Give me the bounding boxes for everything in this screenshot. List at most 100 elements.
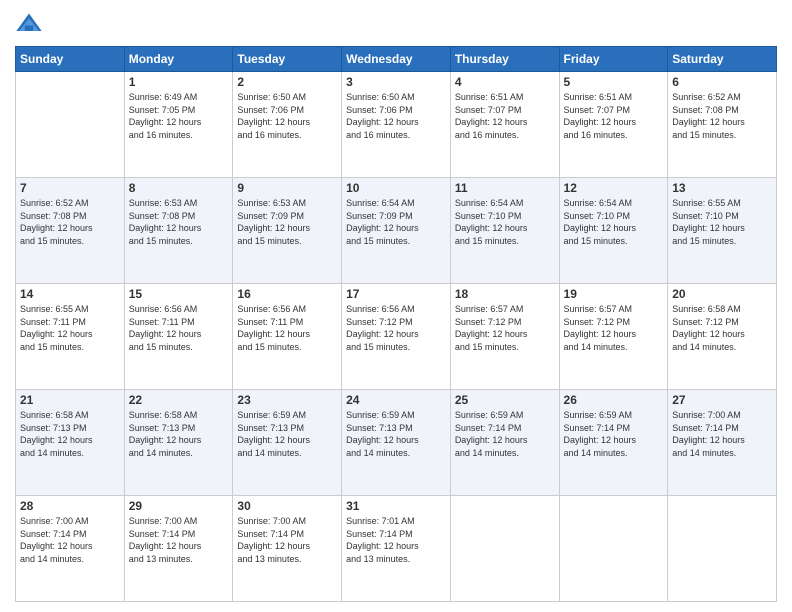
day-number: 8 (129, 181, 229, 195)
calendar-week-row: 28 Sunrise: 7:00 AM Sunset: 7:14 PM Dayli… (16, 496, 777, 602)
calendar-cell: 10 Sunrise: 6:54 AM Sunset: 7:09 PM Dayli… (342, 178, 451, 284)
logo (15, 10, 47, 38)
calendar-cell: 9 Sunrise: 6:53 AM Sunset: 7:09 PM Daylig… (233, 178, 342, 284)
calendar-cell: 8 Sunrise: 6:53 AM Sunset: 7:08 PM Daylig… (124, 178, 233, 284)
day-number: 14 (20, 287, 120, 301)
day-info: Sunrise: 6:56 AM Sunset: 7:11 PM Dayligh… (237, 303, 337, 353)
day-number: 13 (672, 181, 772, 195)
calendar-cell: 7 Sunrise: 6:52 AM Sunset: 7:08 PM Daylig… (16, 178, 125, 284)
logo-icon (15, 10, 43, 38)
calendar-cell: 29 Sunrise: 7:00 AM Sunset: 7:14 PM Dayli… (124, 496, 233, 602)
weekday-header-row: SundayMondayTuesdayWednesdayThursdayFrid… (16, 47, 777, 72)
day-number: 22 (129, 393, 229, 407)
day-info: Sunrise: 6:55 AM Sunset: 7:10 PM Dayligh… (672, 197, 772, 247)
calendar-week-row: 1 Sunrise: 6:49 AM Sunset: 7:05 PM Daylig… (16, 72, 777, 178)
day-info: Sunrise: 6:54 AM Sunset: 7:09 PM Dayligh… (346, 197, 446, 247)
day-info: Sunrise: 6:58 AM Sunset: 7:13 PM Dayligh… (129, 409, 229, 459)
weekday-header-cell: Sunday (16, 47, 125, 72)
calendar-cell: 26 Sunrise: 6:59 AM Sunset: 7:14 PM Dayli… (559, 390, 668, 496)
day-number: 25 (455, 393, 555, 407)
calendar-cell: 13 Sunrise: 6:55 AM Sunset: 7:10 PM Dayli… (668, 178, 777, 284)
day-number: 5 (564, 75, 664, 89)
calendar-cell: 11Sunrise: 6:54 AM Sunset: 7:10 PM Dayli… (450, 178, 559, 284)
calendar-cell: 4 Sunrise: 6:51 AM Sunset: 7:07 PM Daylig… (450, 72, 559, 178)
calendar-cell: 14Sunrise: 6:55 AM Sunset: 7:11 PM Dayli… (16, 284, 125, 390)
day-info: Sunrise: 7:00 AM Sunset: 7:14 PM Dayligh… (672, 409, 772, 459)
calendar-cell: 5 Sunrise: 6:51 AM Sunset: 7:07 PM Daylig… (559, 72, 668, 178)
calendar-table: SundayMondayTuesdayWednesdayThursdayFrid… (15, 46, 777, 602)
day-number: 7 (20, 181, 120, 195)
day-info: Sunrise: 6:58 AM Sunset: 7:12 PM Dayligh… (672, 303, 772, 353)
day-number: 29 (129, 499, 229, 513)
calendar-week-row: 21 Sunrise: 6:58 AM Sunset: 7:13 PM Dayli… (16, 390, 777, 496)
calendar-cell: 31Sunrise: 7:01 AM Sunset: 7:14 PM Dayli… (342, 496, 451, 602)
weekday-header-cell: Wednesday (342, 47, 451, 72)
day-number: 24 (346, 393, 446, 407)
calendar-cell (559, 496, 668, 602)
day-number: 4 (455, 75, 555, 89)
day-number: 2 (237, 75, 337, 89)
day-info: Sunrise: 7:00 AM Sunset: 7:14 PM Dayligh… (20, 515, 120, 565)
day-info: Sunrise: 6:54 AM Sunset: 7:10 PM Dayligh… (564, 197, 664, 247)
day-number: 12 (564, 181, 664, 195)
day-number: 3 (346, 75, 446, 89)
day-number: 10 (346, 181, 446, 195)
day-info: Sunrise: 6:59 AM Sunset: 7:14 PM Dayligh… (564, 409, 664, 459)
calendar-cell: 24 Sunrise: 6:59 AM Sunset: 7:13 PM Dayli… (342, 390, 451, 496)
weekday-header-cell: Friday (559, 47, 668, 72)
day-info: Sunrise: 7:00 AM Sunset: 7:14 PM Dayligh… (129, 515, 229, 565)
calendar-cell: 18 Sunrise: 6:57 AM Sunset: 7:12 PM Dayli… (450, 284, 559, 390)
day-number: 28 (20, 499, 120, 513)
calendar-week-row: 7 Sunrise: 6:52 AM Sunset: 7:08 PM Daylig… (16, 178, 777, 284)
day-number: 9 (237, 181, 337, 195)
calendar-cell: 30 Sunrise: 7:00 AM Sunset: 7:14 PM Dayli… (233, 496, 342, 602)
weekday-header-cell: Thursday (450, 47, 559, 72)
calendar-cell: 19 Sunrise: 6:57 AM Sunset: 7:12 PM Dayli… (559, 284, 668, 390)
calendar-cell: 1 Sunrise: 6:49 AM Sunset: 7:05 PM Daylig… (124, 72, 233, 178)
day-number: 26 (564, 393, 664, 407)
day-number: 15 (129, 287, 229, 301)
calendar-cell: 16 Sunrise: 6:56 AM Sunset: 7:11 PM Dayli… (233, 284, 342, 390)
day-number: 27 (672, 393, 772, 407)
day-number: 18 (455, 287, 555, 301)
calendar-cell (16, 72, 125, 178)
day-info: Sunrise: 6:49 AM Sunset: 7:05 PM Dayligh… (129, 91, 229, 141)
day-number: 30 (237, 499, 337, 513)
calendar-cell: 15Sunrise: 6:56 AM Sunset: 7:11 PM Dayli… (124, 284, 233, 390)
day-info: Sunrise: 6:52 AM Sunset: 7:08 PM Dayligh… (672, 91, 772, 141)
day-info: Sunrise: 6:53 AM Sunset: 7:08 PM Dayligh… (129, 197, 229, 247)
day-info: Sunrise: 6:59 AM Sunset: 7:14 PM Dayligh… (455, 409, 555, 459)
calendar-cell: 28 Sunrise: 7:00 AM Sunset: 7:14 PM Dayli… (16, 496, 125, 602)
day-info: Sunrise: 6:59 AM Sunset: 7:13 PM Dayligh… (346, 409, 446, 459)
day-number: 16 (237, 287, 337, 301)
day-info: Sunrise: 6:57 AM Sunset: 7:12 PM Dayligh… (455, 303, 555, 353)
calendar-cell: 21 Sunrise: 6:58 AM Sunset: 7:13 PM Dayli… (16, 390, 125, 496)
day-info: Sunrise: 6:51 AM Sunset: 7:07 PM Dayligh… (455, 91, 555, 141)
day-info: Sunrise: 6:50 AM Sunset: 7:06 PM Dayligh… (237, 91, 337, 141)
day-number: 1 (129, 75, 229, 89)
day-info: Sunrise: 6:50 AM Sunset: 7:06 PM Dayligh… (346, 91, 446, 141)
day-info: Sunrise: 6:58 AM Sunset: 7:13 PM Dayligh… (20, 409, 120, 459)
day-number: 21 (20, 393, 120, 407)
day-info: Sunrise: 6:51 AM Sunset: 7:07 PM Dayligh… (564, 91, 664, 141)
day-number: 19 (564, 287, 664, 301)
calendar-cell: 23Sunrise: 6:59 AM Sunset: 7:13 PM Dayli… (233, 390, 342, 496)
calendar-cell: 17Sunrise: 6:56 AM Sunset: 7:12 PM Dayli… (342, 284, 451, 390)
weekday-header-cell: Saturday (668, 47, 777, 72)
day-info: Sunrise: 6:56 AM Sunset: 7:12 PM Dayligh… (346, 303, 446, 353)
calendar-cell: 20Sunrise: 6:58 AM Sunset: 7:12 PM Dayli… (668, 284, 777, 390)
day-number: 23 (237, 393, 337, 407)
calendar-cell: 2 Sunrise: 6:50 AM Sunset: 7:06 PM Daylig… (233, 72, 342, 178)
calendar-cell (450, 496, 559, 602)
weekday-header-cell: Tuesday (233, 47, 342, 72)
calendar-cell: 22 Sunrise: 6:58 AM Sunset: 7:13 PM Dayli… (124, 390, 233, 496)
page: SundayMondayTuesdayWednesdayThursdayFrid… (0, 0, 792, 612)
calendar-cell: 27 Sunrise: 7:00 AM Sunset: 7:14 PM Dayli… (668, 390, 777, 496)
day-info: Sunrise: 6:52 AM Sunset: 7:08 PM Dayligh… (20, 197, 120, 247)
day-info: Sunrise: 6:53 AM Sunset: 7:09 PM Dayligh… (237, 197, 337, 247)
day-info: Sunrise: 6:57 AM Sunset: 7:12 PM Dayligh… (564, 303, 664, 353)
day-info: Sunrise: 7:00 AM Sunset: 7:14 PM Dayligh… (237, 515, 337, 565)
weekday-header-cell: Monday (124, 47, 233, 72)
day-number: 31 (346, 499, 446, 513)
calendar-cell: 12 Sunrise: 6:54 AM Sunset: 7:10 PM Dayli… (559, 178, 668, 284)
